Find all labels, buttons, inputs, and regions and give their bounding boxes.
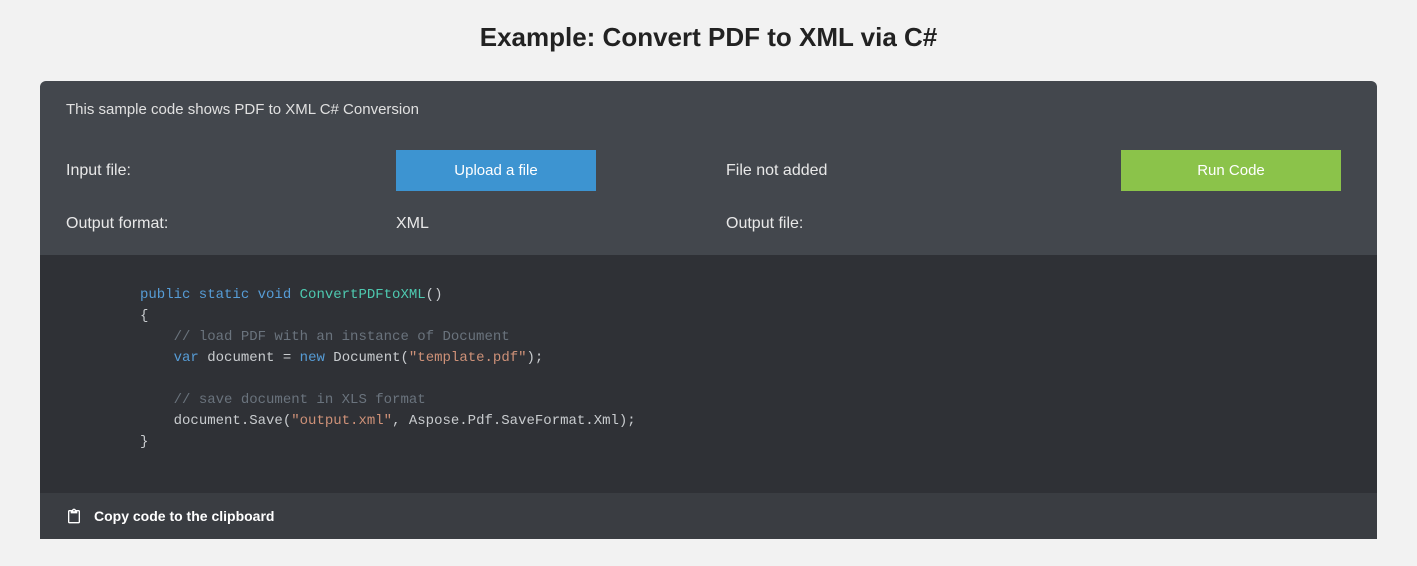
- input-row: Input file: Upload a file File not added…: [66, 138, 1351, 203]
- code-var-keyword: var: [174, 350, 199, 366]
- file-status: File not added: [726, 162, 1026, 180]
- upload-file-button[interactable]: Upload a file: [396, 150, 596, 191]
- run-code-button[interactable]: Run Code: [1121, 150, 1341, 191]
- page-title: Example: Convert PDF to XML via C#: [0, 0, 1417, 81]
- code-var-name: document: [207, 350, 274, 366]
- code-function-name: ConvertPDFtoXML: [300, 287, 426, 303]
- output-row: Output format: XML Output file:: [66, 203, 1351, 245]
- code-string: "output.xml": [291, 413, 392, 429]
- clipboard-icon: [66, 507, 82, 525]
- code-parens: (): [426, 287, 443, 303]
- output-format-value: XML: [396, 215, 429, 232]
- code-comment: // save document in XLS format: [174, 392, 426, 408]
- output-format-label: Output format:: [66, 215, 396, 233]
- code-ctor-end: );: [527, 350, 544, 366]
- code-block: public static void ConvertPDFtoXML() { /…: [40, 255, 1377, 493]
- panel-header: This sample code shows PDF to XML C# Con…: [40, 81, 1377, 255]
- copy-code-label: Copy code to the clipboard: [94, 508, 274, 524]
- code-brace-open: {: [140, 308, 148, 324]
- code-eq: =: [274, 350, 299, 366]
- copy-code-button[interactable]: Copy code to the clipboard: [40, 493, 1377, 539]
- code-comment: // load PDF with an instance of Document: [174, 329, 510, 345]
- code-save-b: , Aspose.Pdf.SaveFormat.Xml);: [392, 413, 636, 429]
- code-keyword: public static void: [140, 287, 291, 303]
- code-save-a: document.Save(: [174, 413, 292, 429]
- code-ctor: Document(: [325, 350, 409, 366]
- panel-description: This sample code shows PDF to XML C# Con…: [66, 101, 1351, 118]
- example-panel: This sample code shows PDF to XML C# Con…: [40, 81, 1377, 539]
- input-file-label: Input file:: [66, 162, 396, 180]
- code-brace-close: }: [140, 434, 148, 450]
- output-file-label: Output file:: [726, 215, 1026, 233]
- code-string: "template.pdf": [409, 350, 527, 366]
- code-new-keyword: new: [300, 350, 325, 366]
